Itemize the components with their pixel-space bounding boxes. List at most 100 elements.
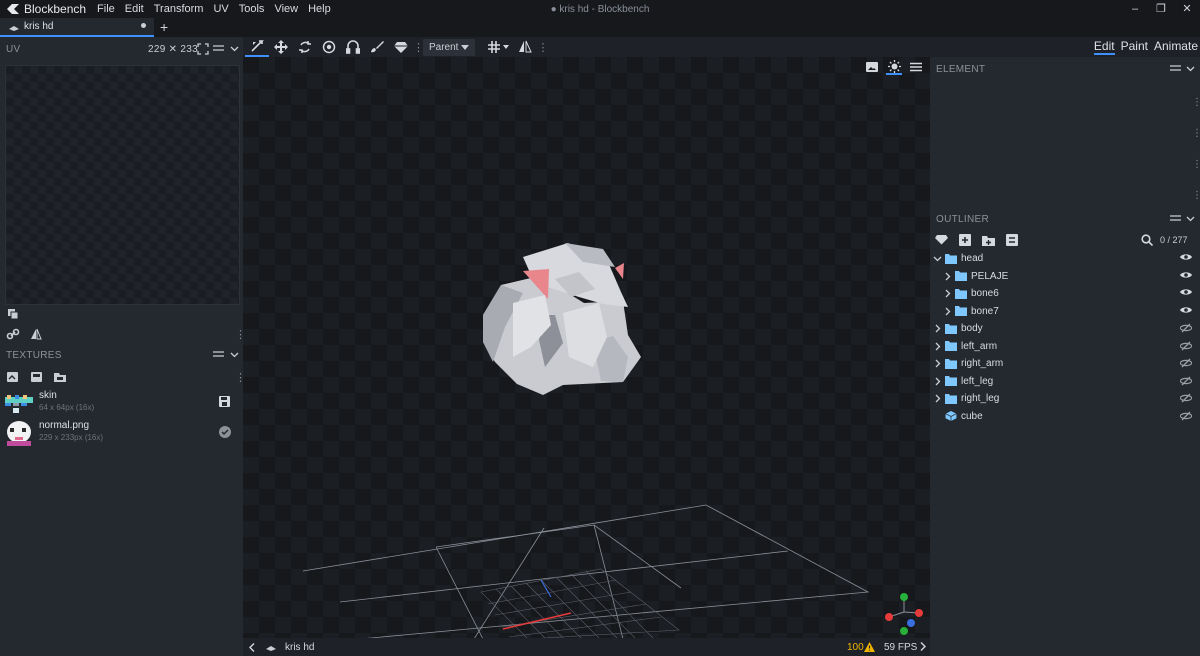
axis-gizmo xyxy=(885,593,923,635)
uv-collapse-icon[interactable] xyxy=(230,44,239,53)
add-group-icon[interactable] xyxy=(982,235,995,246)
outliner-item-label: left_arm xyxy=(961,340,998,352)
saved-check-icon[interactable] xyxy=(219,426,231,438)
textures-collapse-icon[interactable] xyxy=(230,350,239,359)
outliner-menu-icon[interactable] xyxy=(1170,214,1181,223)
minimize-button[interactable]: – xyxy=(1122,0,1148,18)
add-tab-button[interactable]: + xyxy=(160,19,168,35)
eye-icon[interactable] xyxy=(1180,288,1192,296)
outliner-search-icon[interactable] xyxy=(1141,234,1153,246)
tab-edit[interactable]: Edit xyxy=(1093,39,1115,55)
eye-icon[interactable] xyxy=(1180,271,1192,279)
pivot-mode-select[interactable]: Parent xyxy=(423,38,476,56)
create-texture-icon[interactable] xyxy=(30,371,43,383)
outliner-collapse-icon[interactable] xyxy=(1186,214,1195,223)
uv-menu-icon[interactable] xyxy=(213,44,224,53)
toolbar-more-icon-2[interactable]: ⋮ xyxy=(537,41,548,54)
save-texture-icon[interactable] xyxy=(219,396,230,407)
chevron-down-icon[interactable] xyxy=(933,254,943,263)
add-cube-icon[interactable] xyxy=(959,234,971,246)
eye-off-icon[interactable] xyxy=(1180,358,1192,368)
menu-tools[interactable]: Tools xyxy=(234,0,270,18)
blockbench-logo-icon xyxy=(6,3,20,15)
texture-item[interactable]: normal.png 229 x 233px (16x) xyxy=(0,417,243,446)
add-mesh-icon[interactable] xyxy=(935,234,948,245)
menu-file[interactable]: File xyxy=(92,0,120,18)
eye-icon[interactable] xyxy=(1180,306,1192,314)
mirror-tool-icon[interactable] xyxy=(513,37,537,57)
texture-item[interactable]: skin 64 x 64px (16x) xyxy=(0,387,243,415)
element-menu-icon[interactable] xyxy=(1170,64,1181,73)
file-tab-label: kris hd xyxy=(24,21,54,32)
menu-help[interactable]: Help xyxy=(303,0,336,18)
chevron-right-icon[interactable] xyxy=(933,324,943,333)
chevron-right-icon[interactable] xyxy=(933,394,943,403)
outliner-item[interactable]: head xyxy=(930,250,1200,267)
tab-animate[interactable]: Animate xyxy=(1154,39,1198,55)
eye-off-icon[interactable] xyxy=(1180,393,1192,403)
resize-tool-icon[interactable] xyxy=(269,37,293,57)
eye-off-icon[interactable] xyxy=(1180,376,1192,386)
element-more-icon-1[interactable]: ⋮ xyxy=(1192,97,1200,108)
chevron-right-icon[interactable] xyxy=(943,272,953,281)
outliner-item[interactable]: right_leg xyxy=(930,390,1200,407)
pivot-tool-icon[interactable] xyxy=(317,37,341,57)
outliner-item[interactable]: bone7 xyxy=(930,303,1200,320)
outliner-item[interactable]: left_leg xyxy=(930,373,1200,390)
chevron-right-icon[interactable] xyxy=(933,359,943,368)
warning-icon[interactable] xyxy=(864,642,875,652)
link-icon[interactable] xyxy=(6,328,20,340)
rotate-tool-icon[interactable] xyxy=(293,37,317,57)
chevron-right-icon[interactable] xyxy=(943,307,953,316)
gem-icon[interactable] xyxy=(389,37,413,57)
eye-off-icon[interactable] xyxy=(1180,411,1192,421)
element-collapse-icon[interactable] xyxy=(1186,64,1195,73)
outliner-item[interactable]: body xyxy=(930,320,1200,337)
uv-panel-title: UV xyxy=(6,43,21,55)
eye-off-icon[interactable] xyxy=(1180,341,1192,351)
menu-edit[interactable]: Edit xyxy=(120,0,149,18)
outliner-item[interactable]: bone6 xyxy=(930,285,1200,302)
menu-view[interactable]: View xyxy=(269,0,303,18)
element-more-icon-2[interactable]: ⋮ xyxy=(1192,128,1200,139)
outliner-item[interactable]: PELAJE xyxy=(930,268,1200,285)
folder-icon xyxy=(953,306,971,316)
restore-button[interactable]: ❐ xyxy=(1148,0,1174,18)
outliner-item[interactable]: cube xyxy=(930,408,1200,425)
import-texture-icon[interactable] xyxy=(6,371,19,383)
chevron-right-icon[interactable] xyxy=(933,377,943,386)
texture-folder-icon[interactable] xyxy=(53,371,67,383)
fullscreen-icon[interactable] xyxy=(197,43,209,55)
brush-tool-icon[interactable] xyxy=(365,37,389,57)
3d-viewport[interactable] xyxy=(243,57,930,638)
move-tool-icon[interactable] xyxy=(245,37,269,57)
chevron-left-icon[interactable] xyxy=(249,642,255,652)
menu-transform[interactable]: Transform xyxy=(149,0,209,18)
element-more-icon-4[interactable]: ⋮ xyxy=(1192,190,1200,201)
eye-icon[interactable] xyxy=(1180,253,1192,261)
outliner-item[interactable]: right_arm xyxy=(930,355,1200,372)
folder-icon xyxy=(943,341,961,351)
outliner-item-label: cube xyxy=(961,410,983,422)
chevron-right-icon[interactable] xyxy=(920,642,926,651)
copy-icon[interactable] xyxy=(7,308,19,320)
tab-paint[interactable]: Paint xyxy=(1121,39,1148,55)
file-tab[interactable]: kris hd xyxy=(0,18,154,37)
outliner-item-label: bone7 xyxy=(971,305,999,317)
element-more-icon-3[interactable]: ⋮ xyxy=(1192,159,1200,170)
close-button[interactable]: ✕ xyxy=(1174,0,1200,18)
collapse-all-icon[interactable] xyxy=(1006,234,1018,246)
textures-menu-icon[interactable] xyxy=(213,350,224,359)
chevron-right-icon[interactable] xyxy=(933,342,943,351)
toolbar-more-icon[interactable]: ⋮ xyxy=(413,41,424,54)
fps-counter: 59 FPS xyxy=(884,641,918,653)
menu-uv[interactable]: UV xyxy=(208,0,233,18)
eye-off-icon[interactable] xyxy=(1180,323,1192,333)
vertex-snap-icon[interactable] xyxy=(341,37,365,57)
transform-space-icon[interactable] xyxy=(483,37,513,57)
mirror-icon[interactable] xyxy=(30,328,42,340)
outliner-item[interactable]: left_arm xyxy=(930,338,1200,355)
warning-count[interactable]: 100 xyxy=(847,642,864,653)
uv-editor-canvas[interactable] xyxy=(5,65,240,305)
chevron-right-icon[interactable] xyxy=(943,289,953,298)
